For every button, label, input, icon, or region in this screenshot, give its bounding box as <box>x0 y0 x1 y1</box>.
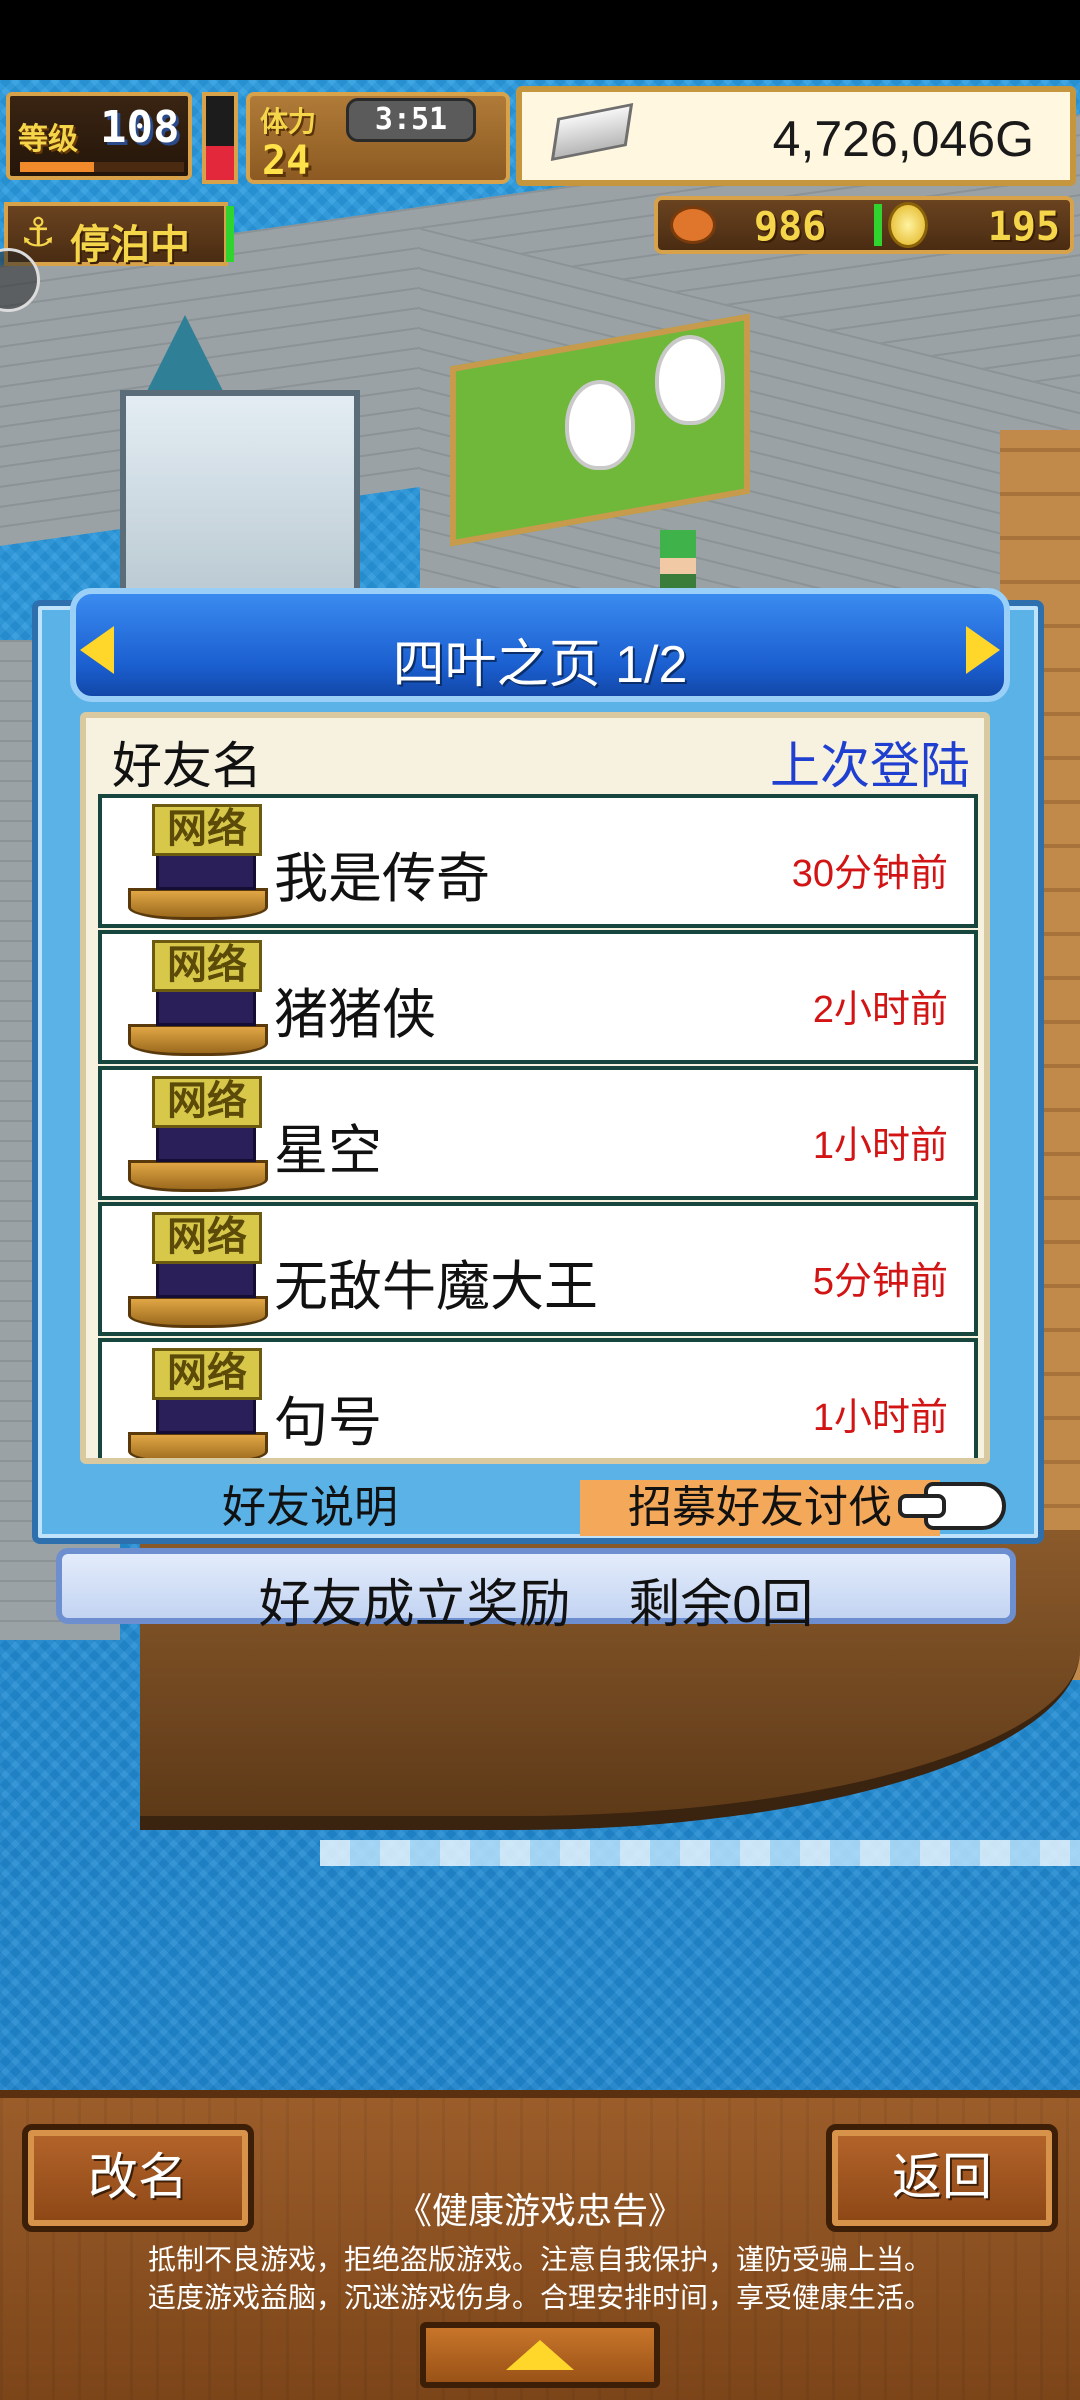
level-label: 等级 <box>18 122 78 157</box>
arrow-right-icon <box>966 626 1000 674</box>
ship-icon: 网络 <box>120 1208 268 1334</box>
friend-name: 星空 <box>274 1121 382 1181</box>
pointing-hand-icon <box>898 1482 1006 1530</box>
stamina-timer: 3:51 <box>346 98 476 142</box>
health-advice-title: 《健康游戏忠告》 <box>395 2190 684 2231</box>
resource-divider <box>874 204 882 246</box>
friend-last-login: 1小时前 <box>812 1125 948 1167</box>
level-panel: 等级 108 <box>6 92 192 180</box>
stamina-value: 24 <box>262 138 311 184</box>
list-item[interactable]: 网络 星空 1小时前 <box>98 1066 978 1200</box>
friend-last-login: 30分钟前 <box>791 853 948 895</box>
meat-icon <box>670 206 716 244</box>
next-page-button[interactable] <box>946 612 1018 688</box>
ship-hull-shape <box>128 1296 268 1328</box>
dock-status-label: 停泊中 <box>70 222 190 268</box>
ship-icon: 网络 <box>120 1072 268 1198</box>
silver-bar-icon <box>550 102 634 162</box>
dialog-title: 四叶之页 1/2 <box>392 636 688 694</box>
recruit-friends-button[interactable]: 招募好友讨伐 <box>580 1480 940 1536</box>
egg <box>565 380 635 470</box>
gold-panel: 4,726,046G <box>516 86 1076 186</box>
egg <box>655 335 725 425</box>
stamina-label: 体力 <box>260 105 317 138</box>
ship-icon: 网络 <box>120 936 268 1062</box>
friends-list: 网络 我是传奇 30分钟前 网络 猪猪侠 2小时前 网络 星空 1小时前 网络 … <box>98 794 978 1458</box>
gold-value: 4,726,046G <box>772 111 1034 167</box>
system-status-bar <box>0 0 1080 80</box>
ship-sail-shape <box>156 986 256 1026</box>
expand-menu-button[interactable] <box>420 2322 660 2388</box>
friends-dialog-header: 四叶之页 1/2 <box>70 588 1010 702</box>
friends-list-panel: 好友名 上次登陆 网络 我是传奇 30分钟前 网络 猪猪侠 2小时前 网络 星空… <box>80 712 990 1464</box>
friend-name: 无敌牛魔大王 <box>274 1257 598 1317</box>
ship-tag-label: 网络 <box>152 804 262 856</box>
dock-status-badge: ⚓ 停泊中 <box>4 202 228 268</box>
health-advice-line: 抵制不良游戏，拒绝盗版游戏。注意自我保护，谨防受骗上当。 <box>147 2244 932 2275</box>
xp-bar <box>20 162 184 172</box>
wave-foam <box>320 1840 1080 1866</box>
ship-hull-shape <box>128 888 268 920</box>
arrow-up-icon <box>506 2340 574 2370</box>
list-item[interactable]: 网络 句号 1小时前 <box>98 1338 978 1458</box>
ship-hull-shape <box>128 1160 268 1192</box>
friend-name: 猪猪侠 <box>274 985 436 1045</box>
ship-icon: 网络 <box>120 800 268 926</box>
ship-sail-shape <box>156 1394 256 1434</box>
xp-bar-fill <box>20 162 94 172</box>
friend-last-login: 2小时前 <box>812 989 948 1031</box>
friend-reward-bar: 好友成立奖励 剩余0回 <box>56 1548 1016 1634</box>
ship-sail-shape <box>156 1122 256 1162</box>
ship-tag-label: 网络 <box>152 1076 262 1128</box>
ship-hull-shape <box>128 1432 268 1458</box>
ship-tag-label: 网络 <box>152 1348 262 1400</box>
list-item[interactable]: 网络 猪猪侠 2小时前 <box>98 930 978 1064</box>
ship-tag-label: 网络 <box>152 1212 262 1264</box>
ship-hull-shape <box>128 1024 268 1056</box>
list-item[interactable]: 网络 我是传奇 30分钟前 <box>98 794 978 928</box>
stamina-gauge <box>202 92 238 184</box>
meat-value: 986 <box>754 204 827 250</box>
friend-name: 句号 <box>274 1393 382 1453</box>
friend-reward-text: 好友成立奖励 剩余0回 <box>258 1576 814 1634</box>
ship-icon: 网络 <box>120 1344 268 1458</box>
list-item[interactable]: 网络 无敌牛魔大王 5分钟前 <box>98 1202 978 1336</box>
stamina-gauge-fill <box>206 146 234 180</box>
medal-coin-icon <box>888 202 928 248</box>
anchor-icon: ⚓ <box>20 210 56 256</box>
level-value: 108 <box>100 102 180 153</box>
friend-last-login: 5分钟前 <box>812 1261 948 1303</box>
friend-explain-button[interactable]: 好友说明 <box>140 1478 480 1538</box>
resources-panel: 986 195 <box>654 196 1074 254</box>
stamina-panel: 体力 24 3:51 <box>246 92 510 184</box>
dock-indicator-bar <box>226 206 234 262</box>
health-advice-line: 适度游戏益脑，沉迷游戏伤身。合理安排时间，享受健康生活。 <box>147 2282 932 2313</box>
friend-last-login: 1小时前 <box>812 1397 948 1439</box>
ship-sail-shape <box>156 850 256 890</box>
ship-tag-label: 网络 <box>152 940 262 992</box>
coin-value: 195 <box>987 204 1060 250</box>
column-header-last-login: 上次登陆 <box>770 738 970 794</box>
ship-sail-shape <box>156 1258 256 1298</box>
column-header-friend-name: 好友名 <box>112 738 262 794</box>
friend-name: 我是传奇 <box>274 849 490 909</box>
